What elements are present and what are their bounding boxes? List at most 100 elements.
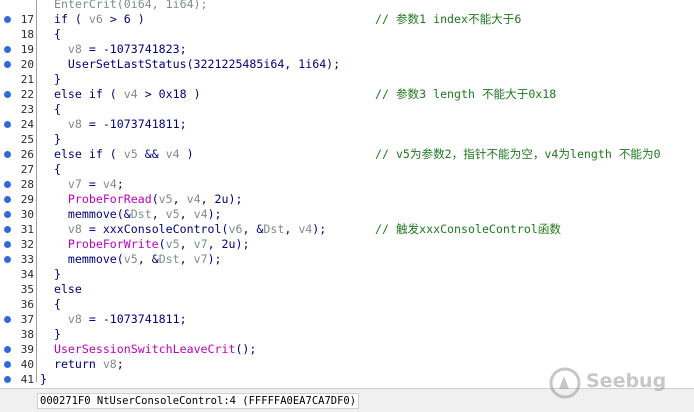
breakpoint-dot-icon[interactable] bbox=[4, 61, 11, 68]
variable-token: v5 bbox=[158, 192, 173, 206]
code-token: , bbox=[172, 192, 187, 206]
code-line[interactable]: 23 { bbox=[0, 102, 694, 117]
code-line[interactable]: 31 v8 = xxxConsoleControl(v6, &Dst, v4);… bbox=[0, 222, 694, 237]
code-token: > 0x18 ) bbox=[137, 87, 201, 101]
function-token: UserSessionSwitchLeaveCrit bbox=[53, 342, 236, 356]
variable-token: v8 bbox=[67, 42, 82, 56]
variable-token: v6 bbox=[228, 222, 243, 236]
code-text: ProbeForWrite(v5, v7, 2u); bbox=[40, 237, 250, 252]
breakpoint-dot-icon[interactable] bbox=[4, 346, 11, 353]
code-token: , bbox=[284, 222, 299, 236]
code-line[interactable]: 39 UserSessionSwitchLeaveCrit(); bbox=[0, 342, 694, 357]
code-token: } bbox=[40, 372, 47, 386]
breakpoint-dot-icon[interactable] bbox=[4, 316, 11, 323]
code-text: UserSessionSwitchLeaveCrit(); bbox=[40, 342, 256, 357]
code-line[interactable]: 21 } bbox=[0, 72, 694, 87]
variable-token: v8 bbox=[67, 222, 82, 236]
code-line[interactable]: 34 } bbox=[0, 267, 694, 282]
variable-token: v7 bbox=[67, 177, 82, 191]
variable-token: v4 bbox=[123, 87, 138, 101]
code-line[interactable]: 22 else if ( v4 > 0x18 ) // 参数3 length 不能… bbox=[0, 87, 694, 102]
code-line[interactable]: 30 memmove(&Dst, v5, v4); bbox=[0, 207, 694, 222]
code-text: EnterCrit(0i64, 1i64); bbox=[40, 0, 208, 12]
code-line[interactable]: EnterCrit(0i64, 1i64); bbox=[0, 0, 694, 12]
breakpoint-dot-icon[interactable] bbox=[4, 151, 11, 158]
watermark-text: Seebug bbox=[586, 370, 667, 392]
code-token: { bbox=[40, 27, 61, 41]
breakpoint-dot-icon[interactable] bbox=[4, 16, 11, 23]
code-text: { bbox=[40, 297, 61, 312]
code-line[interactable]: 17 if ( v6 > 6 ) // 参数1 index不能大于6 bbox=[0, 12, 694, 27]
code-comment: // v5为参数2，指针不能为空，v4为length 不能为0 bbox=[375, 147, 661, 161]
variable-token: v7 bbox=[193, 252, 208, 266]
code-token: { bbox=[40, 102, 61, 116]
variable-token: v8 bbox=[102, 357, 117, 371]
code-line[interactable]: 33 memmove(v5, &Dst, v7); bbox=[0, 252, 694, 267]
code-line[interactable]: 36 { bbox=[0, 297, 694, 312]
code-line[interactable]: 28 v7 = v4; bbox=[0, 177, 694, 192]
variable-token: v5 bbox=[165, 237, 180, 251]
code-token: memmove( bbox=[40, 252, 124, 266]
breakpoint-dot-icon[interactable] bbox=[4, 121, 11, 128]
code-line[interactable]: 27 { bbox=[0, 162, 694, 177]
breakpoint-dot-icon[interactable] bbox=[4, 241, 11, 248]
code-text: return v8; bbox=[40, 357, 124, 372]
code-line[interactable]: 37 v8 = -1073741811; bbox=[0, 312, 694, 327]
breakpoint-dot-icon[interactable] bbox=[4, 181, 11, 188]
code-line[interactable]: 19 v8 = -1073741823; bbox=[0, 42, 694, 57]
line-number: 30 bbox=[20, 208, 34, 221]
code-line[interactable]: 24 v8 = -1073741811; bbox=[0, 117, 694, 132]
current-location-label: 000271F0 NtUserConsoleControl:4 (FFFFFA0… bbox=[37, 393, 360, 409]
code-text: else if ( v5 && v4 ) bbox=[40, 147, 194, 162]
function-token: ProbeForRead bbox=[67, 192, 152, 206]
code-token: , & bbox=[242, 222, 264, 236]
line-number: 28 bbox=[20, 178, 34, 191]
breakpoint-dot-icon[interactable] bbox=[4, 91, 11, 98]
code-line[interactable]: 26 else if ( v5 && v4 ) // v5为参数2，指针不能为空，… bbox=[0, 147, 694, 162]
code-token: ); bbox=[207, 252, 222, 266]
breakpoint-dot-icon[interactable] bbox=[4, 361, 11, 368]
line-number: 39 bbox=[20, 343, 34, 356]
breakpoint-dot-icon[interactable] bbox=[4, 226, 11, 233]
code-line[interactable]: 29 ProbeForRead(v5, v4, 2u); bbox=[0, 192, 694, 207]
code-token: , bbox=[179, 207, 194, 221]
code-comment: // 触发xxxConsoleControl函数 bbox=[375, 222, 561, 236]
code-token: ) bbox=[179, 147, 194, 161]
code-line[interactable]: 25 } bbox=[0, 132, 694, 147]
seebug-watermark: Seebug bbox=[548, 366, 678, 400]
breakpoint-dot-icon[interactable] bbox=[4, 46, 11, 53]
code-token: memmove(& bbox=[40, 207, 131, 221]
code-text: { bbox=[40, 162, 61, 177]
code-token: else bbox=[40, 282, 82, 296]
code-token: return bbox=[40, 357, 103, 371]
line-number: 34 bbox=[20, 268, 34, 281]
variable-token: v4 bbox=[165, 147, 180, 161]
code-text: v7 = v4; bbox=[40, 177, 124, 192]
line-number: 38 bbox=[20, 328, 34, 341]
breakpoint-dot-icon[interactable] bbox=[4, 196, 11, 203]
line-number: 26 bbox=[20, 148, 34, 161]
code-text: v8 = -1073741811; bbox=[40, 312, 187, 327]
code-text: } bbox=[40, 267, 61, 282]
code-token: else if ( bbox=[40, 87, 124, 101]
code-line[interactable]: 18 { bbox=[0, 27, 694, 42]
variable-token: v8 bbox=[67, 312, 82, 326]
code-text: memmove(v5, &Dst, v7); bbox=[40, 252, 222, 267]
code-token: > 6 ) bbox=[102, 12, 145, 26]
code-line[interactable]: 20 UserSetLastStatus(3221225485i64, 1i64… bbox=[0, 57, 694, 72]
breakpoint-dot-icon[interactable] bbox=[4, 376, 11, 383]
line-number: 37 bbox=[20, 313, 34, 326]
code-text: } bbox=[40, 72, 61, 87]
line-number: 23 bbox=[20, 103, 34, 116]
breakpoint-dot-icon[interactable] bbox=[4, 256, 11, 263]
line-number: 32 bbox=[20, 238, 34, 251]
code-line[interactable]: 38 } bbox=[0, 327, 694, 342]
code-token: } bbox=[40, 132, 61, 146]
code-line[interactable]: 35 else bbox=[0, 282, 694, 297]
pseudocode-editor[interactable]: EnterCrit(0i64, 1i64); 17 if ( v6 > 6 ) //… bbox=[0, 0, 694, 388]
variable-token: v7 bbox=[193, 237, 208, 251]
breakpoint-dot-icon[interactable] bbox=[4, 211, 11, 218]
code-line[interactable]: 32 ProbeForWrite(v5, v7, 2u); bbox=[0, 237, 694, 252]
